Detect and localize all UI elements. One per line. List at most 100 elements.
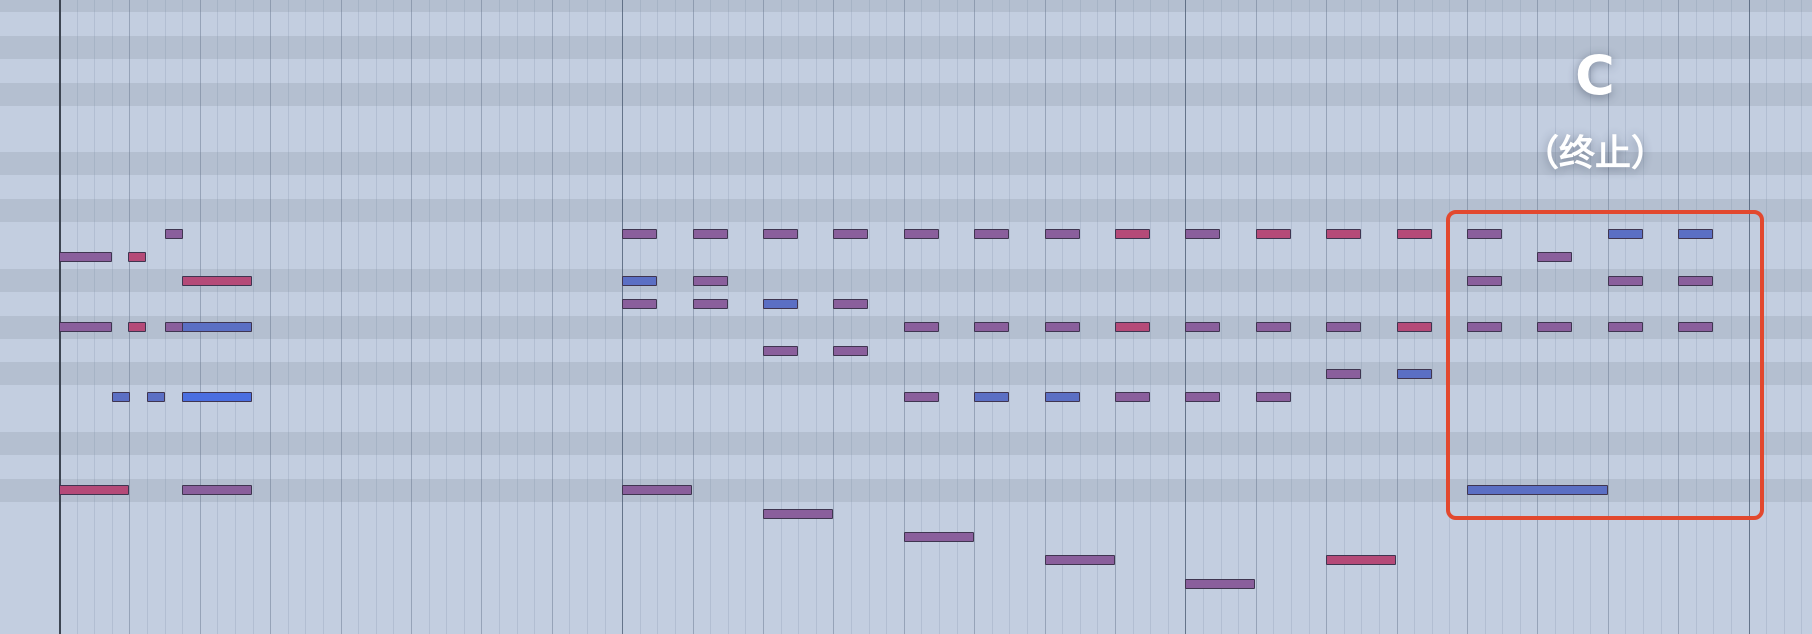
midi-note[interactable] — [1256, 392, 1291, 402]
grid-line — [657, 0, 658, 634]
midi-note[interactable] — [147, 392, 165, 402]
grid-line — [675, 0, 676, 634]
midi-note[interactable] — [974, 322, 1009, 332]
midi-note[interactable] — [763, 346, 798, 356]
grid-line — [798, 0, 799, 634]
midi-note[interactable] — [1115, 392, 1150, 402]
midi-note[interactable] — [763, 299, 798, 309]
grid-line — [1203, 0, 1204, 634]
grid-line — [1238, 0, 1239, 634]
grid-line — [1185, 0, 1186, 634]
midi-note[interactable] — [182, 276, 252, 286]
grid-line — [112, 0, 113, 634]
midi-note[interactable] — [1397, 369, 1432, 379]
grid-line — [1027, 0, 1028, 634]
grid-line — [1432, 0, 1433, 634]
midi-note[interactable] — [833, 229, 868, 239]
grid-line — [165, 0, 166, 634]
midi-note[interactable] — [165, 229, 183, 239]
grid-line — [77, 0, 78, 634]
midi-note[interactable] — [1326, 555, 1396, 565]
midi-note[interactable] — [693, 276, 728, 286]
grid-line — [1115, 0, 1116, 634]
midi-note[interactable] — [974, 229, 1009, 239]
midi-note[interactable] — [1185, 229, 1220, 239]
grid-line — [1801, 0, 1802, 634]
grid-line — [1150, 0, 1151, 634]
grid-line — [640, 0, 641, 634]
grid-line — [182, 0, 183, 634]
midi-note[interactable] — [182, 485, 252, 495]
midi-note[interactable] — [59, 322, 112, 332]
midi-note[interactable] — [763, 229, 798, 239]
midi-note[interactable] — [1045, 322, 1080, 332]
midi-note[interactable] — [1115, 229, 1150, 239]
midi-note[interactable] — [693, 229, 728, 239]
midi-note[interactable] — [1326, 369, 1361, 379]
midi-note[interactable] — [622, 485, 692, 495]
grid-line — [552, 0, 553, 634]
midi-note[interactable] — [1256, 229, 1291, 239]
grid-line — [1221, 0, 1222, 634]
midi-note[interactable] — [1256, 322, 1291, 332]
grid-line — [1256, 0, 1257, 634]
midi-note[interactable] — [59, 252, 112, 262]
midi-note[interactable] — [128, 252, 146, 262]
midi-note[interactable] — [833, 346, 868, 356]
midi-note[interactable] — [693, 299, 728, 309]
midi-note[interactable] — [763, 509, 833, 519]
midi-note[interactable] — [1397, 229, 1432, 239]
grid-line — [1414, 0, 1415, 634]
grid-line — [464, 0, 465, 634]
midi-note[interactable] — [1185, 322, 1220, 332]
midi-note[interactable] — [904, 229, 939, 239]
grid-line — [974, 0, 975, 634]
grid-line — [217, 0, 218, 634]
midi-note[interactable] — [904, 532, 974, 542]
pitch-lane — [0, 176, 1812, 199]
grid-line — [992, 0, 993, 634]
midi-note[interactable] — [59, 485, 129, 495]
grid-line — [288, 0, 289, 634]
midi-note[interactable] — [1326, 322, 1361, 332]
midi-note[interactable] — [182, 322, 252, 332]
grid-line — [499, 0, 500, 634]
midi-note[interactable] — [974, 392, 1009, 402]
midi-note[interactable] — [165, 322, 183, 332]
midi-note[interactable] — [622, 299, 657, 309]
midi-note[interactable] — [1045, 229, 1080, 239]
midi-note[interactable] — [182, 392, 252, 402]
midi-note[interactable] — [128, 322, 146, 332]
grid-line — [411, 0, 412, 634]
midi-note[interactable] — [112, 392, 130, 402]
grid-line — [1326, 0, 1327, 634]
midi-note[interactable] — [904, 322, 939, 332]
grid-line — [534, 0, 535, 634]
midi-note[interactable] — [1185, 392, 1220, 402]
grid-line — [1273, 0, 1274, 634]
midi-note[interactable] — [1045, 555, 1115, 565]
grid-line — [393, 0, 394, 634]
grid-line — [1361, 0, 1362, 634]
midi-note[interactable] — [622, 229, 657, 239]
midi-note[interactable] — [1326, 229, 1361, 239]
grid-line — [1344, 0, 1345, 634]
midi-note[interactable] — [1185, 579, 1255, 589]
grid-line — [781, 0, 782, 634]
grid-line — [569, 0, 570, 634]
grid-line — [376, 0, 377, 634]
grid-line — [129, 0, 130, 634]
grid-line — [429, 0, 430, 634]
grid-line — [323, 0, 324, 634]
midi-note[interactable] — [1115, 322, 1150, 332]
midi-note[interactable] — [1397, 322, 1432, 332]
midi-note[interactable] — [622, 276, 657, 286]
pitch-lane — [0, 13, 1812, 36]
grid-line — [517, 0, 518, 634]
grid-line — [235, 0, 236, 634]
midi-note[interactable] — [904, 392, 939, 402]
grid-line — [886, 0, 887, 634]
midi-note[interactable] — [833, 299, 868, 309]
grid-line — [693, 0, 694, 634]
midi-note[interactable] — [1045, 392, 1080, 402]
